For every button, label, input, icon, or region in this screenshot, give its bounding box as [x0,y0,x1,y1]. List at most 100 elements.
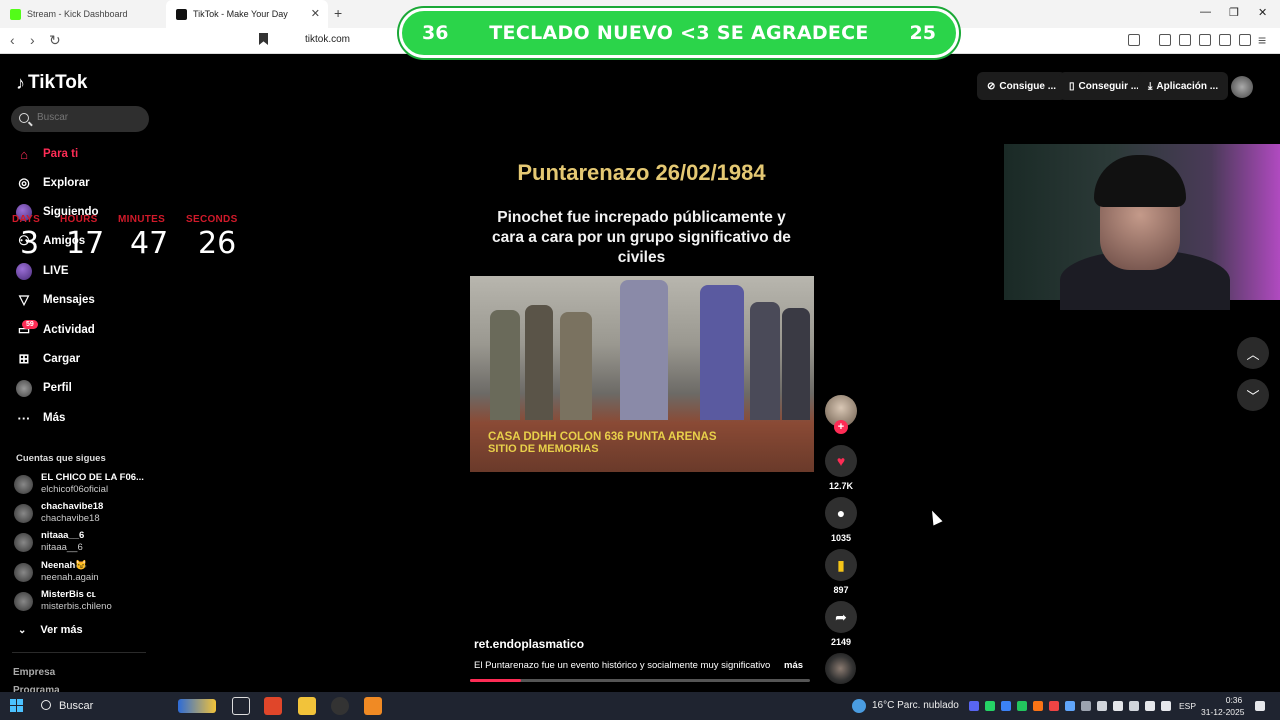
tiktok-logo[interactable]: ♪ TikTok [16,72,87,94]
microphone-icon[interactable] [1145,701,1155,711]
tray-app-icon[interactable] [1097,701,1107,711]
tray-app-icon[interactable] [1113,701,1123,711]
save-button[interactable]: ▮ [825,549,857,581]
close-tab-icon[interactable]: ✕ [311,7,320,20]
account-username: misterbis.chileno [41,601,112,612]
network-icon[interactable] [1161,701,1171,711]
compass-icon: ◎ [18,175,30,190]
new-tab-button[interactable]: + [334,5,342,21]
video-author[interactable]: ret.endoplasmatico [474,637,584,651]
sidebar-item-cargar[interactable]: ⊞ Cargar [16,348,146,370]
save-count: 897 [833,585,849,595]
tab-kick-dashboard[interactable]: Stream - Kick Dashboard [0,0,165,28]
weather-icon [852,699,866,713]
url-field[interactable]: tiktok.com [305,34,350,45]
shield-icon[interactable] [1239,34,1251,46]
timer-hours: 17 [66,226,105,261]
follow-plus-icon[interactable]: + [834,420,848,434]
following-account[interactable]: Neenah😼 neenah.again [14,560,154,586]
forward-icon[interactable]: › [30,32,35,48]
video-progress-track[interactable] [470,679,810,682]
share-button[interactable]: ➦ [825,601,857,633]
reload-icon[interactable]: ↻ [49,32,61,49]
comment-button[interactable]: ● [825,497,857,529]
tab-label: Stream - Kick Dashboard [27,9,128,19]
like-count: 12.7K [828,481,854,491]
music-icon[interactable] [1159,34,1171,46]
tray-app-icon[interactable] [1033,701,1043,711]
brave-icon[interactable] [264,697,282,715]
taskbar-search[interactable]: Buscar [59,700,93,712]
account-name: nitaaa__6 [41,530,85,541]
logo-text: TikTok [28,72,88,93]
obs-icon[interactable] [331,697,349,715]
heart-icon: ♥ [836,453,846,469]
notifications-icon[interactable] [1255,701,1265,711]
tiktok-note-icon: ♪ [16,72,25,93]
tray-app-icon[interactable] [1017,701,1027,711]
sidebar-divider [12,652,146,653]
footage-caption: CASA DDHH COLON 636 PUNTA ARENAS [488,431,717,443]
leo-icon[interactable] [1219,34,1231,46]
task-view-icon[interactable] [232,697,250,715]
following-account[interactable]: EL CHICO DE LA F06... elchicof06oficial [14,472,154,498]
following-account[interactable]: nitaaa__6 nitaaa__6 [14,530,154,556]
send-icon: ▽ [19,292,29,307]
like-button[interactable]: ♥ [825,445,857,477]
sidebar-item-mensajes[interactable]: ▽ Mensajes [16,289,146,311]
user-avatar[interactable] [1231,76,1253,98]
tray-app-icon[interactable] [1081,701,1091,711]
previous-video-button[interactable]: ︿ [1237,337,1269,369]
sidebar-icon[interactable] [1179,34,1191,46]
whatsapp-icon[interactable] [985,701,995,711]
desktop-app-button[interactable]: ⤓ Aplicación ... [1138,72,1229,100]
banner-right-count: 25 [909,22,936,44]
maximize-icon[interactable]: ❐ [1229,6,1239,19]
account-name: MisterBis ᴄʟ [41,589,96,600]
clock-date[interactable]: 31-12-2025 [1201,707,1244,717]
wallet-icon[interactable] [1199,34,1211,46]
footer-link-empresa[interactable]: Empresa [13,667,55,678]
back-icon[interactable]: ‹ [10,32,15,48]
get-app-button[interactable]: ▯ Conseguir ... [1059,72,1150,100]
timer-label-hours: HOURS [60,214,98,225]
reader-icon[interactable] [1128,34,1140,46]
timer-label-days: DAYS [12,214,41,225]
following-account[interactable]: MisterBis ᴄʟ misterbis.chileno [14,589,154,615]
menu-icon[interactable]: ≡ [1258,32,1266,48]
activity-badge: 59 [22,320,38,329]
app-icon[interactable] [364,697,382,715]
language-indicator[interactable]: ESP [1179,701,1196,711]
sidebar-item-label: Cargar [43,353,81,365]
get-coins-button[interactable]: ⊘ Consigue ... [977,72,1067,100]
music-disc[interactable] [825,653,856,684]
following-account[interactable]: chachavibe18 chachavibe18 [14,501,154,527]
tab-tiktok[interactable]: TikTok - Make Your Day ✕ [166,0,328,28]
sidebar-item-mas[interactable]: ··· Más [16,407,146,429]
description-more-link[interactable]: más [784,660,803,671]
chevron-up-icon: ︿ [1246,346,1260,362]
steam-icon[interactable] [1065,701,1075,711]
sidebar-item-live[interactable]: LIVE [16,260,146,282]
discord-icon[interactable] [969,701,979,711]
banner-left-count: 36 [422,22,449,44]
windows-start-icon[interactable] [10,699,23,712]
account-username: nitaaa__6 [41,542,83,553]
file-explorer-icon[interactable] [298,697,316,715]
close-window-icon[interactable]: ✕ [1258,6,1267,19]
search-input[interactable] [37,112,142,123]
sidebar-item-label: Explorar [43,177,90,189]
get-coins-label: Consigue ... [999,80,1057,92]
sidebar-item-explorar[interactable]: ◎ Explorar [16,172,146,194]
sidebar-item-para-ti[interactable]: ⌂ Para ti [16,143,146,165]
clock-time[interactable]: 0:36 [1214,695,1254,705]
bluetooth-icon[interactable] [1001,701,1011,711]
next-video-button[interactable]: ﹀ [1237,379,1269,411]
tray-app-icon[interactable] [1129,701,1139,711]
minimize-icon[interactable]: — [1200,6,1211,18]
weather-text[interactable]: 16°C Parc. nublado [872,700,959,711]
see-more-button[interactable]: ⌄ Ver más [18,624,83,636]
tray-app-icon[interactable] [1049,701,1059,711]
sidebar-item-perfil[interactable]: Perfil [16,377,146,399]
sidebar-item-label: LIVE [43,265,69,277]
